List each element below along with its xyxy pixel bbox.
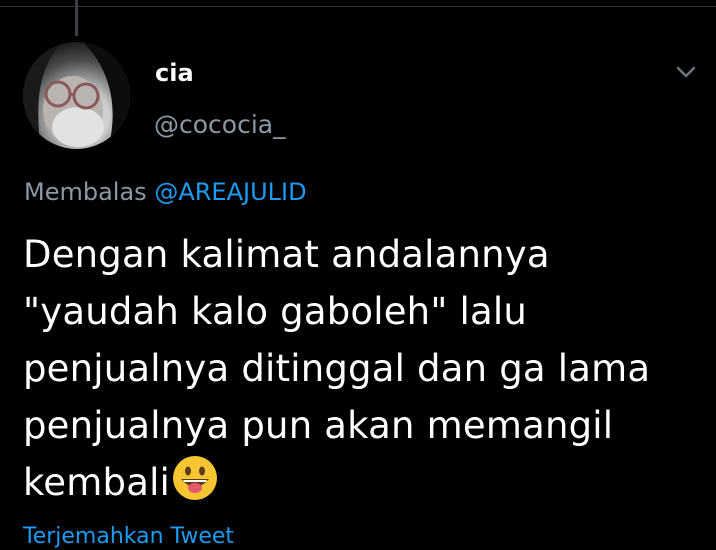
tweet-text-line: penjualnya ditinggal dan ga lama <box>23 347 651 390</box>
thread-connector-line <box>75 0 78 36</box>
tweet-text-line-last: kembali <box>23 454 703 511</box>
translate-tweet-link[interactable]: Terjemahkan Tweet <box>23 524 234 550</box>
tweet-text: Dengan kalimat andalannya "yaudah kalo g… <box>23 226 703 511</box>
grinning-face-with-tongue-icon <box>173 456 218 500</box>
avatar[interactable] <box>23 42 130 149</box>
tweet-text-line: penjualnya pun akan memangil <box>23 404 614 447</box>
tweet-text-line: "yaudah kalo gaboleh" lalu <box>23 290 527 333</box>
reply-context: Membalas @AREAJULID <box>24 176 307 208</box>
user-handle[interactable]: @cococia_ <box>154 110 286 140</box>
top-divider <box>0 0 716 7</box>
tweet-text-line: Dengan kalimat andalannya <box>23 233 550 276</box>
avatar-image <box>23 42 130 149</box>
display-name[interactable]: cia <box>155 58 194 88</box>
chevron-down-icon[interactable] <box>672 58 700 86</box>
reply-mention-link[interactable]: @AREAJULID <box>154 178 306 206</box>
reply-prefix: Membalas <box>24 178 147 206</box>
tweet-text-line: kembali <box>23 461 171 504</box>
